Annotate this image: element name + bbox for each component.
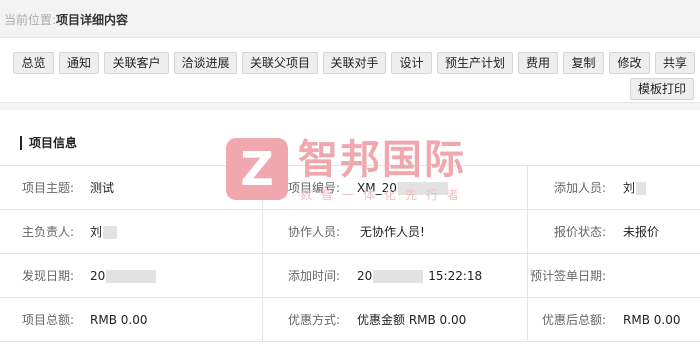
negotiation-progress-button[interactable]: 洽谈进展 xyxy=(174,52,237,74)
redaction-mask xyxy=(103,226,118,239)
found-date-label: 发现日期: xyxy=(21,269,74,283)
divider xyxy=(527,166,528,210)
notify-button[interactable]: 通知 xyxy=(59,52,99,74)
expected-sign-date-label: 预计签单日期: xyxy=(529,269,606,283)
lead-owner-label: 主负责人: xyxy=(21,225,74,239)
redaction-mask xyxy=(636,182,647,195)
info-row: 项目主题: 测试 项目编号: XM_20 添加人员: 刘 xyxy=(0,166,700,210)
added-time-value: 20 15:22:18 xyxy=(357,254,482,298)
breadcrumb: 当前位置:项目详细内容 xyxy=(4,11,128,28)
quote-status-value: 未报价 xyxy=(623,225,660,239)
breadcrumb-bar: 当前位置:项目详细内容 xyxy=(0,0,700,38)
project-code-label: 项目编号: xyxy=(287,181,340,195)
discount-method-value: 优惠金额 RMB 0.00 xyxy=(357,313,467,327)
related-parent-project-button[interactable]: 关联父项目 xyxy=(242,52,318,74)
project-info-grid: 项目主题: 测试 项目编号: XM_20 添加人员: 刘 主负责人: 刘 协作人… xyxy=(0,165,700,342)
related-customer-button[interactable]: 关联客户 xyxy=(104,52,169,74)
added-by-label: 添加人员: xyxy=(553,181,606,195)
breadcrumb-prefix: 当前位置: xyxy=(4,13,57,27)
project-subject-value: 测试 xyxy=(90,181,115,195)
design-button[interactable]: 设计 xyxy=(391,52,432,74)
divider xyxy=(262,210,263,254)
toolbar: 总览 通知 关联客户 洽谈进展 关联父项目 关联对手 设计 预生产计划 费用 复… xyxy=(0,38,700,102)
edit-button[interactable]: 修改 xyxy=(609,52,650,74)
divider xyxy=(262,254,263,298)
project-code-value: XM_20 xyxy=(357,166,448,210)
added-by-text: 刘 xyxy=(623,181,636,195)
project-subject-label: 项目主题: xyxy=(21,181,74,195)
info-row: 发现日期: 20 添加时间: 20 15:22:18 预计签单日期: xyxy=(0,254,700,298)
collaborators-label: 协作人员: xyxy=(287,225,340,239)
share-button[interactable]: 共享 xyxy=(655,52,695,74)
total-after-discount-value: RMB 0.00 xyxy=(623,313,681,327)
divider xyxy=(527,298,528,342)
lead-owner-text: 刘 xyxy=(90,225,103,239)
preproduction-plan-button[interactable]: 预生产计划 xyxy=(437,52,513,74)
quote-status-label: 报价状态: xyxy=(553,225,606,239)
info-row: 项目总额: RMB 0.00 优惠方式: 优惠金额 RMB 0.00 优惠后总额… xyxy=(0,298,700,342)
lead-owner-value: 刘 xyxy=(90,210,118,254)
redaction-mask xyxy=(106,270,157,283)
related-competitor-button[interactable]: 关联对手 xyxy=(323,52,386,74)
divider xyxy=(527,210,528,254)
divider xyxy=(262,298,263,342)
found-date-value: 20 xyxy=(90,254,157,298)
collaborators-value: 无协作人员! xyxy=(360,225,425,239)
found-date-text: 20 xyxy=(90,269,106,283)
info-row: 主负责人: 刘 协作人员: 无协作人员! 报价状态: 未报价 xyxy=(0,210,700,254)
added-by-value: 刘 xyxy=(623,166,647,210)
breadcrumb-current: 项目详细内容 xyxy=(56,13,129,27)
total-after-discount-label: 优惠后总额: xyxy=(541,313,606,327)
template-print-button[interactable]: 模板打印 xyxy=(630,78,694,100)
redaction-mask xyxy=(373,270,424,283)
project-total-value: RMB 0.00 xyxy=(90,313,148,327)
section-title: 项目信息 xyxy=(20,136,77,150)
added-time-clock: 15:22:18 xyxy=(428,269,483,283)
overview-button[interactable]: 总览 xyxy=(13,52,54,74)
expense-button[interactable]: 费用 xyxy=(518,52,558,74)
redaction-mask xyxy=(397,182,448,195)
project-total-label: 项目总额: xyxy=(21,313,74,327)
divider xyxy=(262,166,263,210)
added-time-date: 20 xyxy=(357,269,373,283)
copy-button[interactable]: 复制 xyxy=(563,52,604,74)
separator-band xyxy=(0,102,700,110)
discount-method-label: 优惠方式: xyxy=(287,313,340,327)
added-time-label: 添加时间: xyxy=(287,269,340,283)
project-code-text: XM_20 xyxy=(357,181,397,195)
